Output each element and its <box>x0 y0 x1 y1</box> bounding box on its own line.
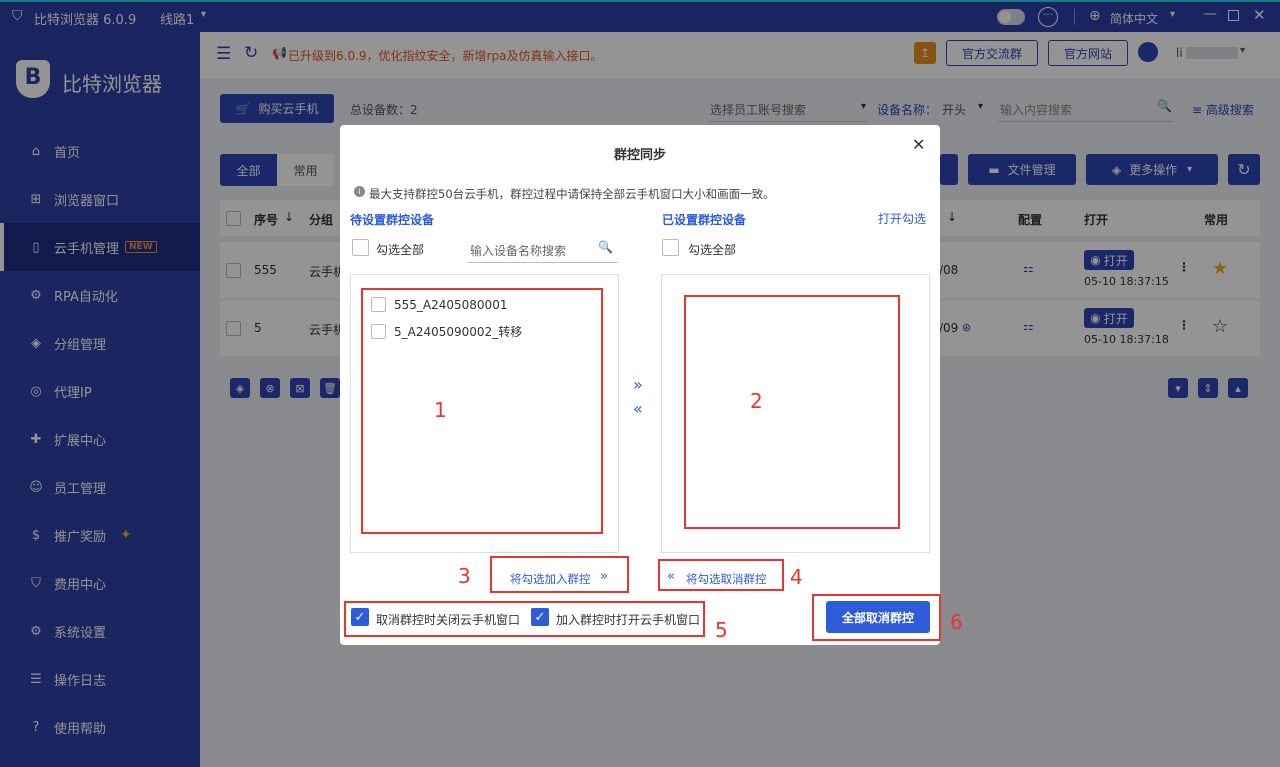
search-icon[interactable]: 🔍 <box>598 240 613 254</box>
info-text: 最大支持群控50台云手机，群控过程中请保持全部云手机窗口大小和画面一致。 <box>369 187 775 201</box>
configured-devices-title: 已设置群控设备 <box>662 213 747 227</box>
move-left-icon[interactable]: « <box>633 399 643 418</box>
annotation-number-1: 1 <box>434 398 447 422</box>
annotation-box-4 <box>658 559 784 591</box>
annotation-box-2 <box>684 295 900 529</box>
open-selected-link[interactable]: 打开勾选 <box>878 210 926 227</box>
annotation-box-3 <box>490 556 629 593</box>
annotation-number-2: 2 <box>750 389 763 413</box>
group-sync-dialog: 群控同步 ✕ i 最大支持群控50台云手机，群控过程中请保持全部云手机窗口大小和… <box>340 125 941 645</box>
close-icon[interactable]: ✕ <box>912 135 925 154</box>
select-all-right-label[interactable]: 勾选全部 <box>688 241 736 258</box>
annotation-box-1 <box>361 288 603 534</box>
annotation-number-4: 4 <box>790 565 803 589</box>
annotation-box-5 <box>344 601 705 637</box>
select-all-left-checkbox[interactable] <box>352 239 369 256</box>
annotation-number-5: 5 <box>715 618 728 642</box>
annotation-number-3: 3 <box>458 564 471 588</box>
pending-devices-title: 待设置群控设备 <box>350 213 435 227</box>
move-right-icon[interactable]: » <box>633 375 643 394</box>
dialog-title: 群控同步 <box>613 148 666 163</box>
select-all-right-checkbox[interactable] <box>662 239 679 256</box>
select-all-left-label[interactable]: 勾选全部 <box>376 241 424 258</box>
annotation-box-6 <box>812 594 941 641</box>
annotation-number-6: 6 <box>950 610 963 634</box>
device-search-input[interactable]: 输入设备名称搜索 🔍 <box>468 235 618 263</box>
info-icon: i <box>354 186 365 197</box>
